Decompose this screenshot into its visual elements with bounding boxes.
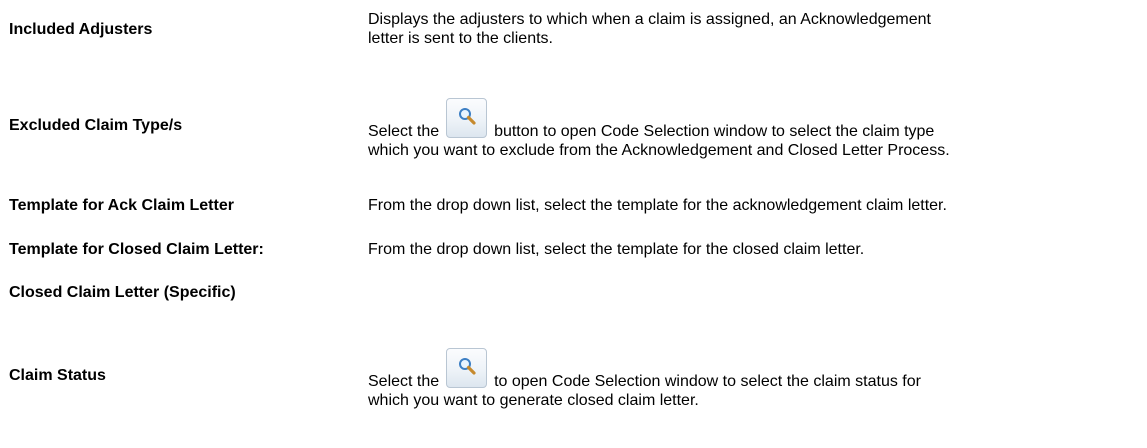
lookup-button[interactable]	[445, 98, 487, 138]
desc-line: Select the button to open Code Selection…	[368, 98, 1146, 141]
field-descriptions-page: { "rows": [ { "term": "Included Adjuster…	[0, 0, 1147, 448]
desc-text: Select the	[368, 373, 440, 390]
desc-text: Select the	[368, 123, 440, 140]
magnifier-icon	[458, 108, 476, 125]
desc-line: From the drop down list, select the temp…	[368, 241, 865, 258]
desc-included-adjusters: Displays the adjusters to which when a c…	[368, 10, 1146, 48]
desc-template-closed-claim-letter: From the drop down list, select the temp…	[368, 240, 1146, 259]
desc-line: which you want to exclude from the Ackno…	[368, 142, 950, 159]
magnifier-icon	[458, 358, 476, 375]
desc-line: letter is sent to the clients.	[368, 30, 553, 47]
desc-claim-status: Select the to open Code Selection window…	[368, 348, 1146, 410]
desc-text: button to open Code Selection window to …	[494, 123, 935, 140]
term-excluded-claim-types: Excluded Claim Type/s	[9, 117, 183, 134]
desc-line: which you want to generate closed claim …	[368, 392, 699, 409]
term-template-ack-claim-letter: Template for Ack Claim Letter	[9, 197, 234, 214]
lookup-button[interactable]	[445, 348, 487, 388]
desc-line: From the drop down list, select the temp…	[368, 197, 947, 214]
desc-template-ack-claim-letter: From the drop down list, select the temp…	[368, 196, 1146, 215]
term-claim-status: Claim Status	[9, 367, 106, 384]
desc-line: Displays the adjusters to which when a c…	[368, 11, 931, 28]
desc-line: Select the to open Code Selection window…	[368, 348, 1146, 391]
term-template-closed-claim-letter: Template for Closed Claim Letter:	[9, 241, 264, 258]
term-included-adjusters: Included Adjusters	[9, 21, 153, 38]
desc-text: to open Code Selection window to select …	[494, 373, 921, 390]
desc-excluded-claim-types: Select the button to open Code Selection…	[368, 98, 1146, 160]
term-closed-claim-letter-specific: Closed Claim Letter (Specific)	[9, 284, 236, 301]
